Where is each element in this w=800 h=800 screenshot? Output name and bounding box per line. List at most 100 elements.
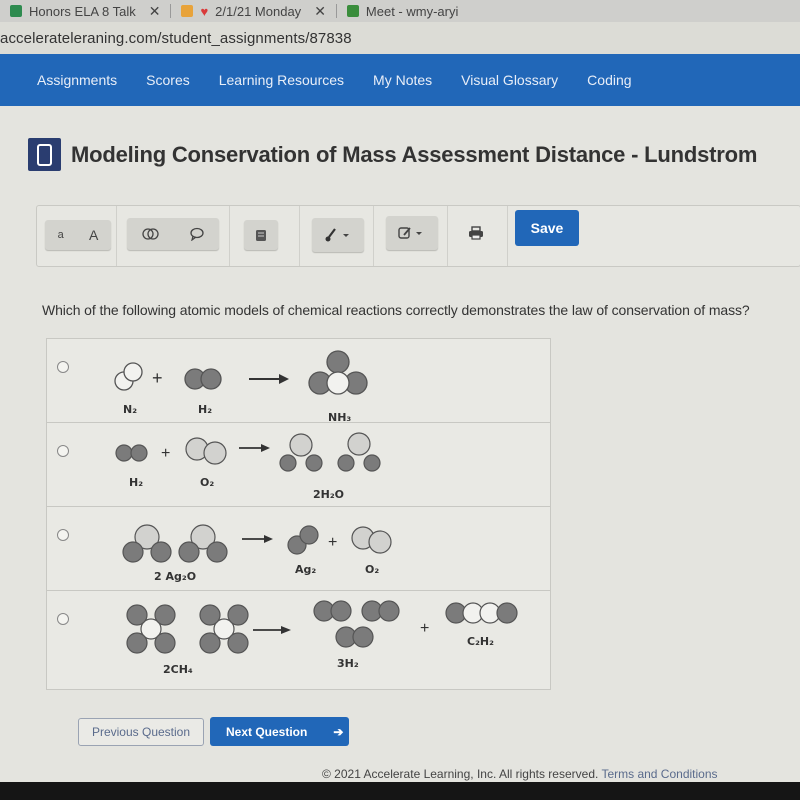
browser-tab-bar: Honors ELA 8 Talk ✕ ♥ 2/1/21 Monday ✕ Me… [0, 0, 800, 22]
product-label: C₂H₂ [467, 635, 494, 648]
speech-bubble-icon[interactable] [190, 227, 204, 241]
screen-bezel [0, 782, 800, 800]
page-header: Modeling Conservation of Mass Assessment… [28, 138, 757, 171]
nav-my-notes[interactable]: My Notes [373, 72, 432, 88]
plus-sign: + [420, 620, 429, 637]
o2-molecule [351, 526, 392, 554]
paint-group [300, 206, 374, 266]
print-group [448, 206, 508, 266]
tab-label: 2/1/21 Monday [215, 3, 302, 19]
arrow-icon [239, 444, 270, 452]
ag2o-molecule [122, 524, 172, 563]
browser-tab[interactable]: Honors ELA 8 Talk ✕ [0, 0, 170, 22]
main-nav: Assignments Scores Learning Resources My… [0, 54, 800, 106]
ag2o-molecule [178, 524, 228, 563]
terms-link[interactable]: Terms and Conditions [601, 767, 717, 781]
annotation-buttons [127, 218, 219, 250]
reaction-diagram: + 2 Ag₂O Ag₂ O₂ [122, 524, 392, 583]
notebook-group [230, 206, 300, 266]
arrow-icon [249, 374, 289, 384]
nav-coding[interactable]: Coding [587, 72, 631, 88]
h2-molecule [184, 368, 222, 390]
h2-molecule [361, 600, 400, 622]
browser-tab[interactable]: Meet - wmy-aryi [337, 0, 468, 22]
h2-molecule [313, 600, 352, 622]
paintbrush-button[interactable] [312, 218, 364, 252]
overlap-circles-icon[interactable] [142, 228, 160, 240]
h2o-molecule [279, 433, 323, 472]
close-icon[interactable]: ✕ [149, 3, 161, 20]
h2-molecule [115, 444, 148, 462]
print-button[interactable] [468, 226, 484, 245]
notebook-icon [256, 229, 266, 241]
meet-icon [346, 5, 359, 17]
reactant-label: 2CH₄ [163, 663, 193, 676]
answer-option-b[interactable]: + H₂ O₂ 2H₂O [46, 422, 551, 506]
browser-tab[interactable]: ♥ 2/1/21 Monday ✕ [171, 0, 335, 22]
ag2-molecule [287, 525, 319, 555]
product-label: 3H₂ [337, 657, 359, 670]
o2-molecule [185, 437, 227, 465]
product-label: O₂ [365, 563, 379, 576]
font-small-button[interactable]: a [58, 229, 64, 241]
close-icon[interactable]: ✕ [314, 3, 326, 20]
nav-scores[interactable]: Scores [146, 72, 190, 88]
h2o-molecule [337, 432, 381, 472]
plus-sign: + [161, 445, 170, 462]
annotation-group [117, 206, 230, 266]
nav-learning-resources[interactable]: Learning Resources [219, 72, 344, 88]
chevron-down-icon [416, 232, 422, 235]
reaction-diagram: + 2CH₄ 3H₂ C₂H₂ [126, 600, 518, 676]
calendar-icon [181, 5, 194, 17]
address-bar[interactable]: accelerateleraning.com/student_assignmen… [0, 22, 800, 54]
reactant-label: H₂ [129, 476, 143, 489]
next-question-label: Next Question [226, 724, 308, 739]
reaction-diagram: + N₂ H₂ NH₃ [114, 350, 368, 423]
answer-option-a[interactable]: + N₂ H₂ NH₃ [46, 338, 551, 423]
reactant-label: 2 Ag₂O [154, 570, 196, 583]
edit-group [374, 206, 448, 266]
reactant-label: O₂ [200, 476, 214, 489]
font-size-group: a A [37, 206, 117, 266]
ch4-molecule [199, 604, 249, 654]
chevron-down-icon [343, 234, 349, 237]
edit-button[interactable] [386, 216, 438, 250]
tablet-icon [28, 138, 61, 171]
arrow-right-icon: ➔ [333, 724, 344, 739]
url-text[interactable]: accelerateleraning.com/student_assignmen… [0, 30, 352, 47]
next-question-button[interactable]: Next Question ➔ [210, 717, 349, 746]
footer: © 2021 Accelerate Learning, Inc. All rig… [322, 767, 718, 781]
assessment-toolbar: a A Save [36, 205, 800, 267]
classroom-icon [10, 5, 22, 17]
product-label: Ag₂ [295, 563, 316, 576]
heart-icon: ♥ [200, 3, 209, 19]
reactant-label: H₂ [198, 403, 212, 416]
notebook-button[interactable] [244, 220, 278, 250]
reaction-diagram: + H₂ O₂ 2H₂O [115, 432, 381, 501]
previous-question-button[interactable]: Previous Question [78, 718, 204, 746]
paintbrush-icon [325, 228, 349, 242]
font-large-button[interactable]: A [89, 227, 98, 243]
edit-icon [398, 227, 422, 239]
nav-assignments[interactable]: Assignments [37, 72, 117, 88]
question-text: Which of the following atomic models of … [42, 302, 750, 318]
ch4-molecule [126, 604, 176, 654]
product-label: 2H₂O [313, 488, 344, 501]
copyright-text: © 2021 Accelerate Learning, Inc. All rig… [322, 767, 599, 781]
plus-sign: + [152, 368, 163, 388]
answer-option-c[interactable]: + 2 Ag₂O Ag₂ O₂ [46, 506, 551, 590]
page-title: Modeling Conservation of Mass Assessment… [71, 141, 758, 167]
font-size-button[interactable]: a A [45, 220, 111, 250]
tab-label: Meet - wmy-aryi [365, 3, 459, 19]
answer-options: + N₂ H₂ NH₃ + H₂ O₂ 2H₂O + 2 Ag₂O Ag₂ O₂… [46, 338, 551, 690]
c2h2-molecule [445, 602, 518, 624]
tab-label: Honors ELA 8 Talk [29, 3, 136, 19]
save-button[interactable]: Save [515, 210, 579, 246]
n2-molecule [114, 362, 143, 391]
nav-visual-glossary[interactable]: Visual Glossary [461, 72, 558, 88]
arrow-icon [242, 535, 273, 543]
plus-sign: + [328, 534, 337, 551]
h2-molecule [335, 626, 374, 648]
answer-option-d[interactable]: + 2CH₄ 3H₂ C₂H₂ [46, 590, 551, 690]
arrow-icon [253, 626, 291, 634]
